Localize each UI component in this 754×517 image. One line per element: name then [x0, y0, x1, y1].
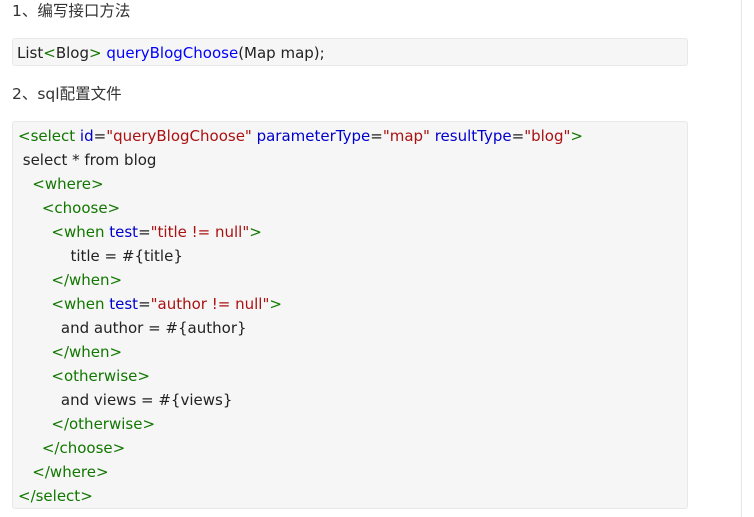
code-token: <: [43, 44, 56, 62]
code-line: and views = #{views}: [18, 391, 233, 409]
code-token: >: [88, 44, 102, 62]
code-token: <when: [51, 295, 105, 313]
code-line: select * from blog: [18, 151, 157, 169]
code-token: resultType: [429, 127, 512, 145]
code-token: >: [570, 127, 583, 145]
code-line: List<Blog> queryBlogChoose(Map map);: [17, 42, 687, 64]
code-line: <choose>: [18, 199, 121, 217]
code-token: List: [17, 44, 44, 62]
code-token: test: [104, 223, 139, 241]
code-token: (Map map);: [238, 44, 325, 62]
code-token: =: [138, 295, 151, 313]
code-token: "blog": [524, 127, 571, 145]
code-line: </select>: [18, 487, 93, 505]
sql-xml-code-block: <select id="queryBlogChoose" parameterTy…: [12, 121, 688, 509]
code-token: "author != null": [150, 295, 270, 313]
code-token: Blog: [55, 44, 89, 62]
step1-heading: 1、编写接口方法: [12, 2, 131, 20]
code-token: =: [370, 127, 383, 145]
page-edge-divider: [741, 0, 742, 517]
code-line: <otherwise>: [18, 367, 150, 385]
code-token: =: [138, 223, 151, 241]
method-name: queryBlogChoose: [106, 44, 239, 62]
step2-heading: 2、sql配置文件: [12, 85, 122, 103]
code-line: </where>: [18, 463, 109, 481]
code-token: <select: [18, 127, 76, 145]
code-token: test: [104, 295, 139, 313]
code-token: =: [511, 127, 525, 145]
code-line: title = #{title}: [18, 247, 183, 265]
code-token: >: [249, 223, 262, 241]
code-line: </when>: [18, 343, 123, 361]
code-line: </otherwise>: [18, 415, 156, 433]
code-line: </choose>: [18, 439, 126, 457]
code-line: and author = #{author}: [18, 319, 247, 337]
code-token: id: [75, 127, 94, 145]
code-line: </when>: [18, 271, 123, 289]
code-token: parameterType: [251, 127, 371, 145]
code-line: <where>: [18, 175, 104, 193]
code-token: >: [269, 295, 282, 313]
code-token: =: [93, 127, 107, 145]
code-line: <select id="queryBlogChoose" parameterTy…: [18, 124, 687, 148]
code-line: <when test="title != null">: [18, 220, 687, 244]
code-token: <when: [51, 223, 105, 241]
code-token: "queryBlogChoose": [106, 127, 252, 145]
code-token: "map": [382, 127, 430, 145]
code-line: <when test="author != null">: [18, 292, 687, 316]
code-token: "title != null": [150, 223, 250, 241]
interface-code-block: List<Blog> queryBlogChoose(Map map);: [12, 38, 688, 66]
